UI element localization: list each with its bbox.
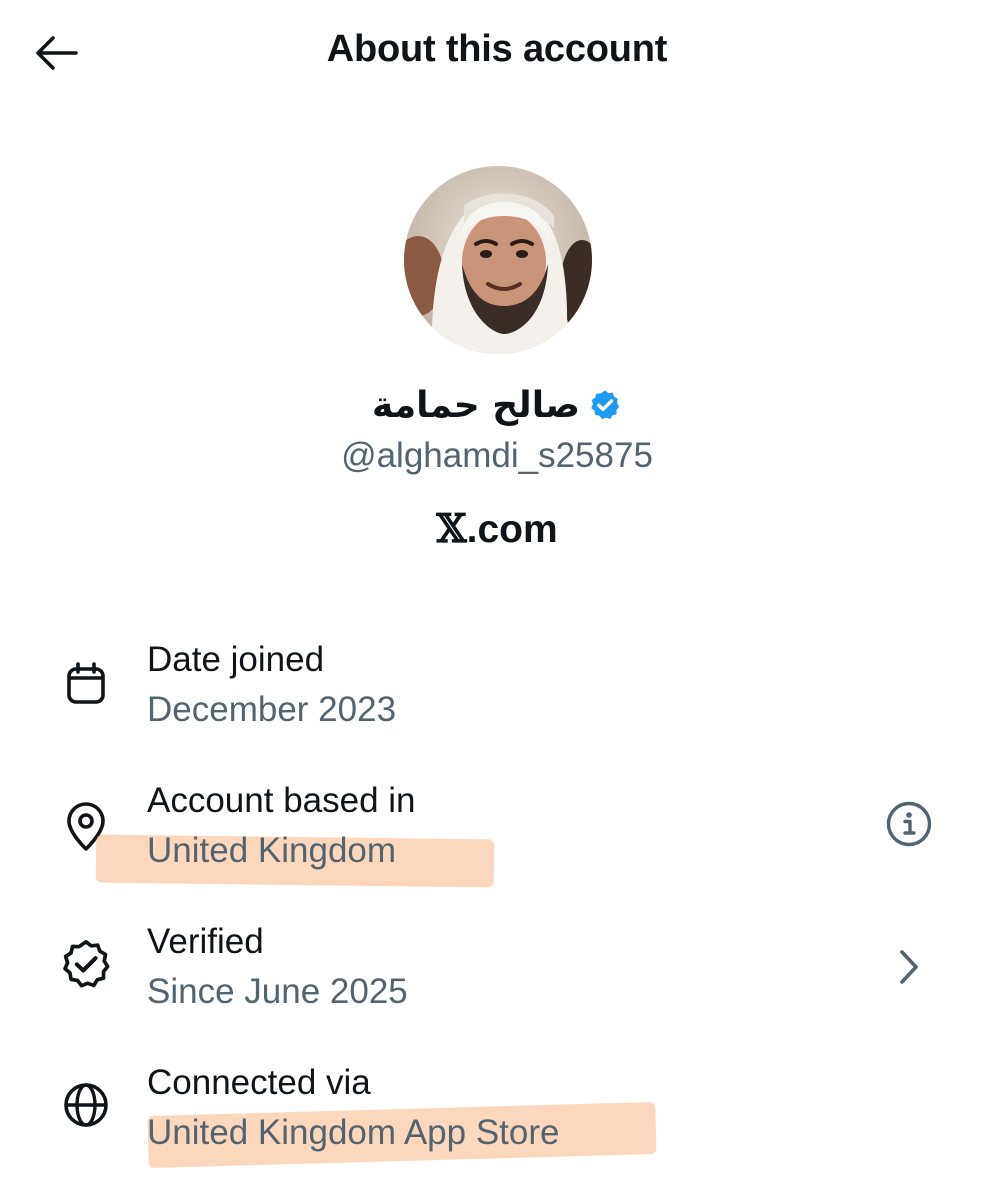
chevron-right-icon <box>900 950 918 984</box>
info-icon <box>886 801 932 847</box>
detail-label: Account based in <box>147 781 416 820</box>
platform-suffix: .com <box>466 508 558 551</box>
detail-value: December 2023 <box>147 690 397 729</box>
detail-value: United Kingdom App Store <box>147 1113 560 1152</box>
globe-icon <box>58 1077 114 1133</box>
detail-label: Connected via <box>147 1063 371 1102</box>
detail-row-date-joined: Date joined December 2023 <box>0 638 994 758</box>
verified-outline-icon <box>58 936 114 992</box>
page-title: About this account <box>326 28 668 70</box>
detail-value: Since June 2025 <box>147 972 408 1011</box>
detail-row-connected-via: Connected via United Kingdom App Store <box>0 1061 994 1181</box>
detail-row-verified[interactable]: Verified Since June 2025 <box>0 920 994 1040</box>
display-name-row: صالح حمامة <box>0 378 994 432</box>
detail-row-account-based-in: Account based in United Kingdom <box>0 779 994 899</box>
detail-label: Verified <box>147 922 264 961</box>
calendar-icon <box>58 656 114 712</box>
detail-value: United Kingdom <box>147 831 397 870</box>
x-logo-icon: 𝕏 <box>436 506 467 552</box>
detail-label: Date joined <box>147 640 325 679</box>
verified-badge-icon <box>591 390 620 420</box>
profile-photo <box>404 166 592 354</box>
avatar[interactable] <box>404 166 592 354</box>
display-name: صالح حمامة <box>371 384 581 426</box>
username-handle: @alghamdi_s25875 <box>341 436 653 475</box>
info-button[interactable] <box>884 799 934 849</box>
verified-chevron-button[interactable] <box>884 942 934 992</box>
header-bar: About this account <box>0 0 994 110</box>
platform-label: 𝕏.com <box>0 506 994 552</box>
